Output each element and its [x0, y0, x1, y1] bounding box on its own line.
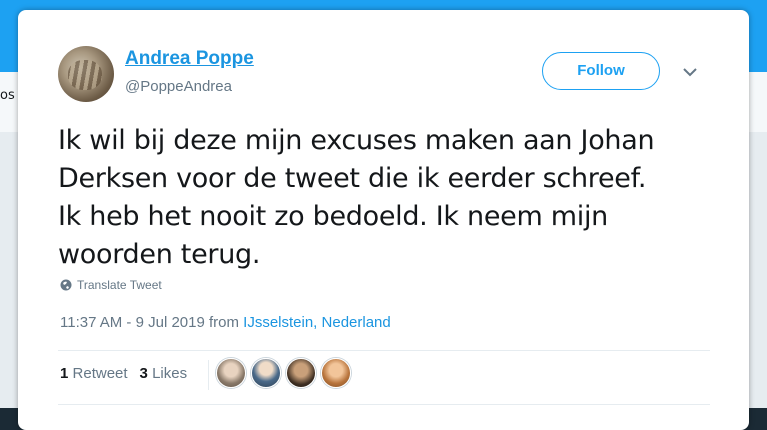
- liker-avatar[interactable]: [286, 358, 316, 388]
- avatar[interactable]: [58, 46, 114, 102]
- like-count: 3: [139, 365, 148, 382]
- tweet-text-line: woorden terug.: [58, 239, 261, 270]
- tweet-text: Ik wil bij deze mijn excuses maken aan J…: [58, 122, 718, 274]
- author-handle[interactable]: @PoppeAndrea: [125, 78, 232, 95]
- tweet-text-line: Ik heb het nooit zo bedoeld. Ik neem mij…: [58, 201, 608, 232]
- retweet-stat[interactable]: 1 Retweet: [60, 365, 128, 382]
- liker-avatar[interactable]: [321, 358, 351, 388]
- timestamp[interactable]: 11:37 AM - 9 Jul 2019 from: [60, 314, 239, 331]
- tweet-text-line: Ik wil bij deze mijn excuses maken aan J…: [58, 125, 655, 156]
- follow-button[interactable]: Follow: [542, 52, 660, 90]
- tweet-stats: 1 Retweet 3 Likes: [60, 365, 187, 382]
- tweet-meta: 11:37 AM - 9 Jul 2019 from IJsselstein, …: [60, 314, 391, 331]
- like-label: Likes: [152, 365, 188, 382]
- liker-avatar[interactable]: [216, 358, 246, 388]
- divider: [58, 350, 710, 351]
- liker-avatars: [216, 358, 351, 388]
- tweet-card: Andrea Poppe @PoppeAndrea Follow Ik wil …: [18, 10, 749, 430]
- like-stat[interactable]: 3 Likes: [140, 365, 188, 382]
- liker-avatar[interactable]: [251, 358, 281, 388]
- author-name[interactable]: Andrea Poppe: [125, 48, 254, 70]
- background-text-fragment: os: [0, 88, 15, 103]
- translate-label: Translate Tweet: [77, 278, 162, 292]
- tweet-text-line: Derksen voor de tweet die ik eerder schr…: [58, 163, 647, 194]
- translate-tweet-link[interactable]: Translate Tweet: [60, 278, 162, 292]
- stats-separator: [208, 360, 209, 390]
- globe-icon: [60, 279, 72, 291]
- chevron-down-icon[interactable]: [682, 66, 698, 78]
- location-link[interactable]: IJsselstein, Nederland: [243, 314, 391, 331]
- divider: [58, 404, 710, 405]
- retweet-count: 1: [60, 365, 69, 382]
- retweet-label: Retweet: [72, 365, 128, 382]
